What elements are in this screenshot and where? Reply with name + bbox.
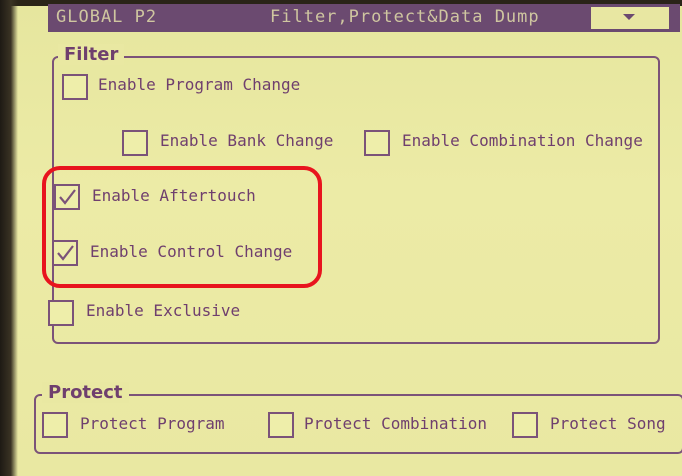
page-title: GLOBAL P2 <box>56 7 158 27</box>
protect-combination-checkbox[interactable] <box>268 412 294 438</box>
protect-song-checkbox[interactable] <box>512 412 538 438</box>
chevron-down-icon <box>623 14 635 20</box>
enable-program-change-checkbox[interactable] <box>62 74 88 100</box>
page-header: GLOBAL P2 Filter,Protect&Data Dump <box>48 4 680 32</box>
enable-combination-change-label: Enable Combination Change <box>402 131 643 150</box>
protect-program-label: Protect Program <box>80 414 225 433</box>
enable-combination-change-checkbox[interactable] <box>364 130 390 156</box>
enable-bank-change-checkbox[interactable] <box>122 130 148 156</box>
enable-bank-change-label: Enable Bank Change <box>160 131 334 150</box>
lcd-screen: GLOBAL P2 Filter,Protect&Data Dump Filte… <box>0 0 682 476</box>
protect-song-label: Protect Song <box>550 414 666 433</box>
protect-group-title: Protect <box>42 382 129 403</box>
filter-group-title: Filter <box>58 44 125 65</box>
protect-program-checkbox[interactable] <box>42 412 68 438</box>
bezel-left <box>0 0 18 476</box>
protect-combination-label: Protect Combination <box>304 414 488 433</box>
enable-exclusive-label: Enable Exclusive <box>86 301 241 320</box>
page-subtitle: Filter,Protect&Data Dump <box>270 7 540 27</box>
enable-exclusive-checkbox[interactable] <box>48 300 74 326</box>
page-menu-button[interactable] <box>590 6 670 30</box>
enable-program-change-label: Enable Program Change <box>98 75 301 94</box>
highlight-annotation <box>42 166 322 288</box>
